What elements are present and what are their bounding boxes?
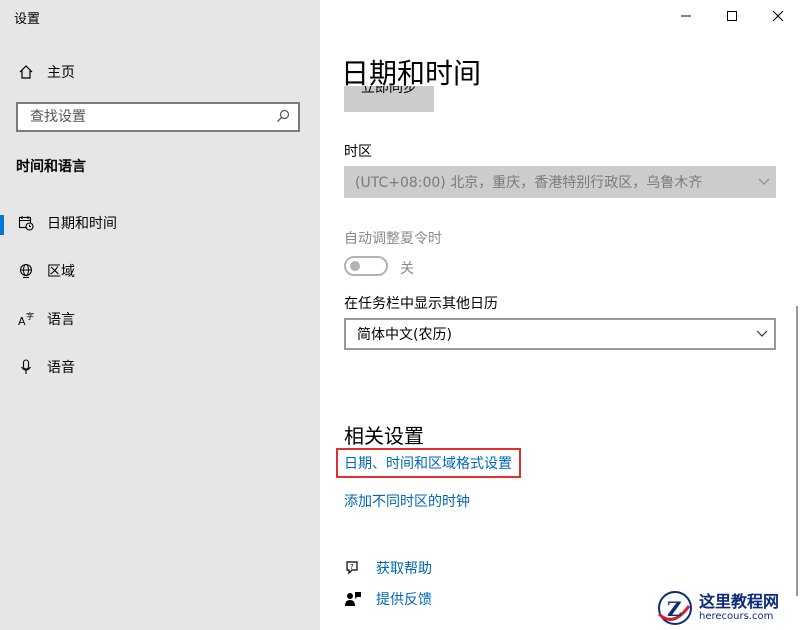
svg-text:Z: Z	[667, 597, 682, 621]
help-chat-icon: ?	[344, 559, 362, 577]
timezone-value: (UTC+08:00) 北京，重庆，香港特别行政区，乌鲁木齐	[355, 175, 703, 191]
toggle-knob	[350, 261, 360, 271]
chevron-down-icon	[758, 178, 770, 185]
app-title: 设置	[14, 12, 41, 27]
sidebar-home[interactable]: 主页	[0, 54, 320, 90]
calendar-dropdown[interactable]: 简体中文(农历)	[344, 318, 776, 350]
svg-text:A: A	[18, 315, 26, 327]
timezone-label: 时区	[344, 144, 372, 160]
feedback-link[interactable]: 提供反馈	[376, 589, 432, 609]
search-box[interactable]	[16, 102, 300, 132]
search-icon[interactable]	[276, 108, 290, 127]
sidebar-item-language[interactable]: A字 语言	[0, 301, 320, 337]
language-icon: A字	[16, 311, 36, 327]
minimize-icon	[681, 15, 691, 17]
search-input[interactable]	[28, 108, 272, 126]
date-region-format-link[interactable]: 日期、时间和区域格式设置	[344, 453, 512, 473]
sidebar-item-speech[interactable]: 语音	[0, 349, 320, 385]
sidebar-item-region[interactable]: 区域	[0, 253, 320, 289]
sidebar: 设置 主页 时间和语言 日期和时间 区域 A字 语言	[0, 0, 320, 630]
calendar-value: 简体中文(农历)	[357, 327, 452, 343]
active-indicator	[0, 215, 4, 235]
watermark-text: 这里教程网 herecours.com	[699, 593, 779, 623]
timezone-dropdown: (UTC+08:00) 北京，重庆，香港特别行政区，乌鲁木齐	[344, 166, 776, 198]
sidebar-item-date-time[interactable]: 日期和时间	[0, 205, 320, 241]
section-title: 时间和语言	[16, 159, 86, 175]
microphone-icon	[16, 359, 36, 375]
close-button[interactable]	[755, 0, 801, 32]
calendar-clock-icon	[16, 215, 36, 231]
close-icon	[772, 10, 784, 22]
scrollbar[interactable]	[796, 306, 798, 596]
watermark-sub: herecours.com	[699, 611, 774, 622]
feedback-icon	[344, 590, 362, 608]
dst-state: 关	[400, 261, 414, 277]
svg-text:?: ?	[350, 563, 354, 571]
site-logo-icon: Z	[657, 591, 692, 625]
dst-label: 自动调整夏令时	[344, 231, 442, 247]
chevron-down-icon	[756, 330, 768, 337]
watermark: Z 这里教程网 herecours.com	[655, 586, 801, 630]
sidebar-item-label: 日期和时间	[47, 216, 117, 232]
svg-text:字: 字	[26, 311, 34, 321]
sync-now-button[interactable]: 立即同步	[344, 86, 434, 112]
sidebar-item-label: 语音	[47, 360, 75, 376]
calendar-label: 在任务栏中显示其他日历	[344, 296, 498, 312]
main-panel: 日期和时间 立即同步 时区 (UTC+08:00) 北京，重庆，香港特别行政区，…	[320, 0, 801, 630]
feedback-row[interactable]: 提供反馈	[344, 589, 432, 609]
watermark-main: 这里教程网	[699, 592, 780, 611]
add-clocks-link[interactable]: 添加不同时区的时钟	[344, 491, 470, 511]
dst-toggle	[344, 256, 388, 276]
globe-icon	[16, 263, 36, 279]
sidebar-item-label: 区域	[47, 264, 75, 280]
maximize-button[interactable]	[709, 0, 755, 32]
related-settings-title: 相关设置	[344, 424, 424, 448]
maximize-icon	[727, 11, 737, 21]
sidebar-item-label: 语言	[47, 312, 75, 328]
minimize-button[interactable]	[663, 0, 709, 32]
sidebar-home-label: 主页	[47, 65, 75, 81]
home-icon	[16, 64, 36, 80]
get-help-link[interactable]: 获取帮助	[376, 558, 432, 578]
get-help-row[interactable]: ? 获取帮助	[344, 558, 432, 578]
